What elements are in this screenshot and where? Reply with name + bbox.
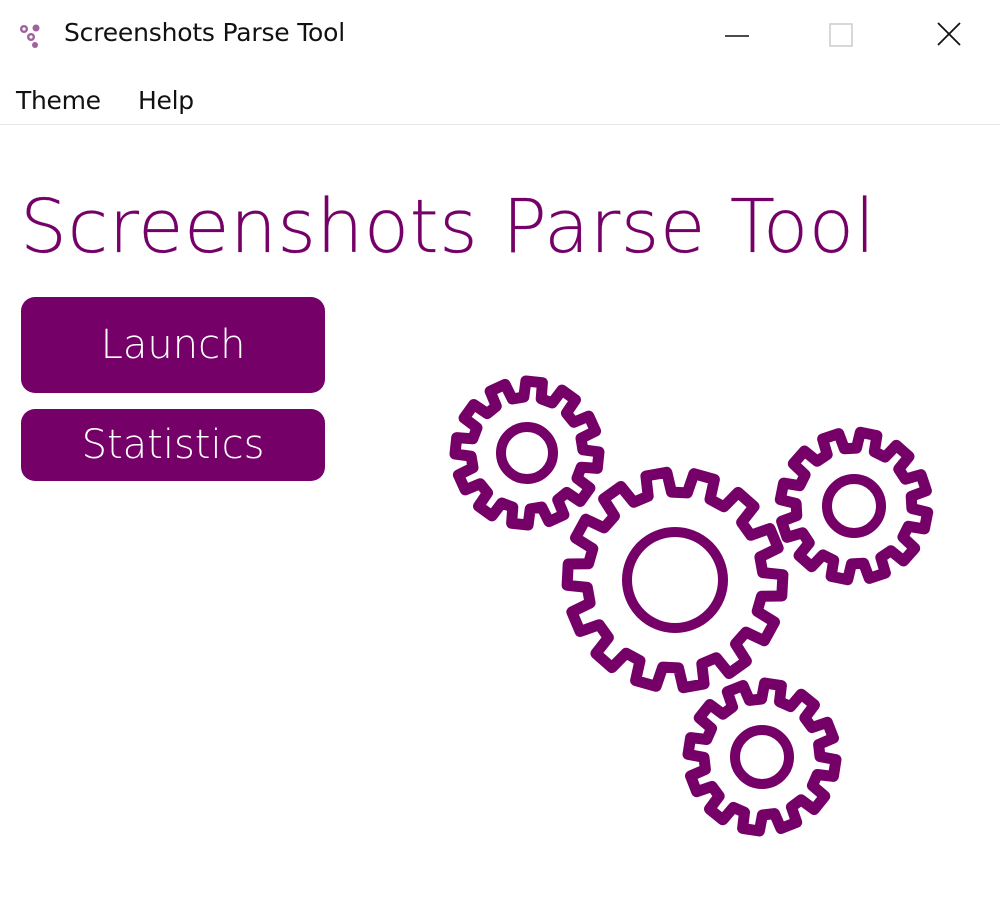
- app-window: Screenshots Parse Tool Theme Help Screen…: [0, 0, 1000, 900]
- close-button[interactable]: [925, 12, 973, 58]
- gear-right-hole: [822, 474, 886, 538]
- statistics-button[interactable]: Statistics: [21, 409, 325, 481]
- launch-button[interactable]: Launch: [21, 297, 325, 393]
- menu-bar: Theme Help: [0, 74, 1000, 125]
- gear-bottom-hole: [730, 725, 794, 789]
- minimize-button[interactable]: [713, 12, 761, 58]
- page-title: Screenshots Parse Tool: [20, 184, 876, 270]
- gear-top-left-hole: [496, 422, 558, 484]
- gear-right-outline: [774, 426, 934, 586]
- maximize-icon: [829, 23, 853, 47]
- gear-center-hole: [622, 527, 728, 633]
- maximize-button[interactable]: [817, 12, 865, 58]
- app-logo-icon: [18, 22, 48, 50]
- window-title: Screenshots Parse Tool: [64, 18, 345, 47]
- title-bar[interactable]: Screenshots Parse Tool: [0, 0, 1000, 68]
- menu-item-theme[interactable]: Theme: [16, 86, 101, 115]
- gears-icon: [440, 360, 940, 850]
- minimize-icon: [725, 35, 749, 37]
- menu-item-help[interactable]: Help: [138, 86, 194, 115]
- gear-center-outline: [561, 466, 789, 694]
- gear-bottom-outline: [682, 677, 842, 837]
- gear-top-left-outline: [449, 375, 605, 531]
- close-icon: [937, 22, 961, 46]
